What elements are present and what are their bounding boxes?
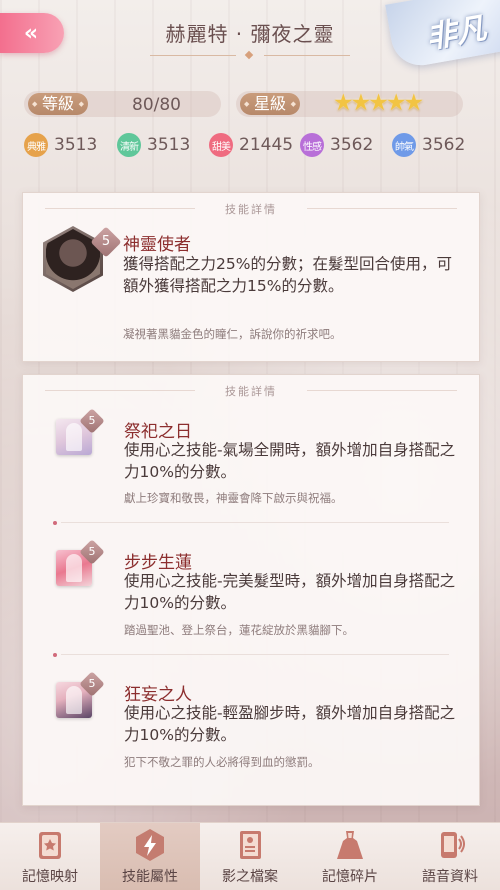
sexy-value: 3562: [330, 135, 374, 155]
attribute-fresh: 清新 3513: [117, 132, 190, 158]
lightning-icon: [133, 828, 167, 862]
tab-voice-data[interactable]: 語音資料: [400, 823, 500, 890]
card-header: 技能詳情: [23, 201, 479, 217]
level-value: 80/80: [132, 95, 181, 115]
sweet-icon: 甜美: [209, 133, 233, 157]
skill-flavor-text: 獻上珍寶和敬畏，神靈會降下啟示與祝福。: [124, 491, 343, 505]
divider: [61, 522, 449, 523]
star-icon: ★: [368, 90, 389, 116]
list-dot: [53, 653, 57, 657]
skill-flavor-text: 凝視著黑貓金色的瞳仁，訴說你的祈求吧。: [123, 327, 342, 341]
tab-memory-mapping[interactable]: 記憶映射: [0, 823, 100, 890]
skill-flavor-text: 踏過聖池、登上祭台，蓮花綻放於黑貓腳下。: [124, 623, 354, 637]
document-icon: [233, 828, 267, 862]
tab-skill-attributes[interactable]: 技能屬性: [100, 823, 200, 890]
tab-label: 影之檔案: [222, 869, 278, 885]
title-divider: [150, 50, 350, 60]
rarity-text: 非凡: [423, 11, 489, 56]
attribute-cool: 帥氣 3562: [392, 132, 465, 158]
cool-value: 3562: [422, 135, 466, 155]
attribute-elegant: 典雅 3513: [24, 132, 97, 158]
skill-level-badge: 5: [79, 408, 105, 434]
skill-description: 使用心之技能-完美髮型時，額外增加自身搭配之力10%的分數。: [124, 572, 456, 612]
star-icon: ★: [385, 90, 407, 116]
star-label: 星級: [240, 93, 301, 115]
bottom-tab-bar: 記憶映射 技能屬性 影之檔案 記憶碎片 語音資料: [0, 822, 500, 890]
sub-skills-card: 技能詳情 5 祭祀之日 使用心之技能-氣場全開時，額外增加自身搭配之力10%的分…: [22, 374, 480, 806]
skill-name: 神靈使者: [123, 235, 191, 255]
skill-level-badge: 5: [79, 671, 105, 697]
tab-label: 記憶碎片: [322, 869, 378, 885]
level-label: 等級: [28, 93, 89, 115]
star-icon: ★: [403, 90, 425, 116]
attribute-sweet: 甜美 21445: [209, 132, 293, 158]
star-icon: ★: [333, 90, 354, 116]
main-skill-card: 技能詳情 5 神靈使者 獲得搭配之力25%的分數；在髮型回合使用，可額外獲得搭配…: [22, 192, 480, 362]
tab-label: 技能屬性: [122, 869, 178, 885]
rarity-badge: 非凡: [385, 0, 500, 70]
card-header: 技能詳情: [23, 383, 479, 399]
tab-memory-fragments[interactable]: 記憶碎片: [300, 823, 400, 890]
skill-description: 使用心之技能-氣場全開時，額外增加自身搭配之力10%的分數。: [124, 441, 456, 481]
star-icon: ★: [350, 90, 372, 116]
sweet-value: 21445: [239, 135, 294, 155]
elegant-value: 3513: [54, 135, 98, 155]
skill-description: 獲得搭配之力25%的分數；在髮型回合使用，可額外獲得搭配之力15%的分數。: [123, 255, 452, 295]
tab-label: 語音資料: [422, 869, 478, 885]
tab-label: 記憶映射: [22, 869, 78, 885]
sexy-icon: 性感: [300, 133, 324, 157]
cool-icon: 帥氣: [392, 133, 416, 157]
dress-icon: [333, 828, 367, 862]
skill-flavor-text: 犯下不敬之罪的人必將得到血的懲罰。: [124, 755, 320, 769]
tab-shadow-files[interactable]: 影之檔案: [200, 823, 300, 890]
star-rating: ★★★★★: [333, 90, 425, 116]
divider: [61, 654, 449, 655]
attribute-sexy: 性感 3562: [300, 132, 373, 158]
skill-level-badge: 5: [79, 539, 105, 565]
fresh-value: 3513: [147, 135, 191, 155]
skill-level-badge: 5: [90, 226, 122, 258]
fresh-icon: 清新: [117, 133, 141, 157]
elegant-icon: 典雅: [24, 133, 48, 157]
list-dot: [53, 521, 57, 525]
card-icon: [33, 828, 67, 862]
level-pill: 等級: [24, 91, 221, 117]
skill-description: 使用心之技能-輕盈腳步時，額外增加自身搭配之力10%的分數。: [124, 704, 456, 744]
phone-icon: [433, 828, 467, 862]
